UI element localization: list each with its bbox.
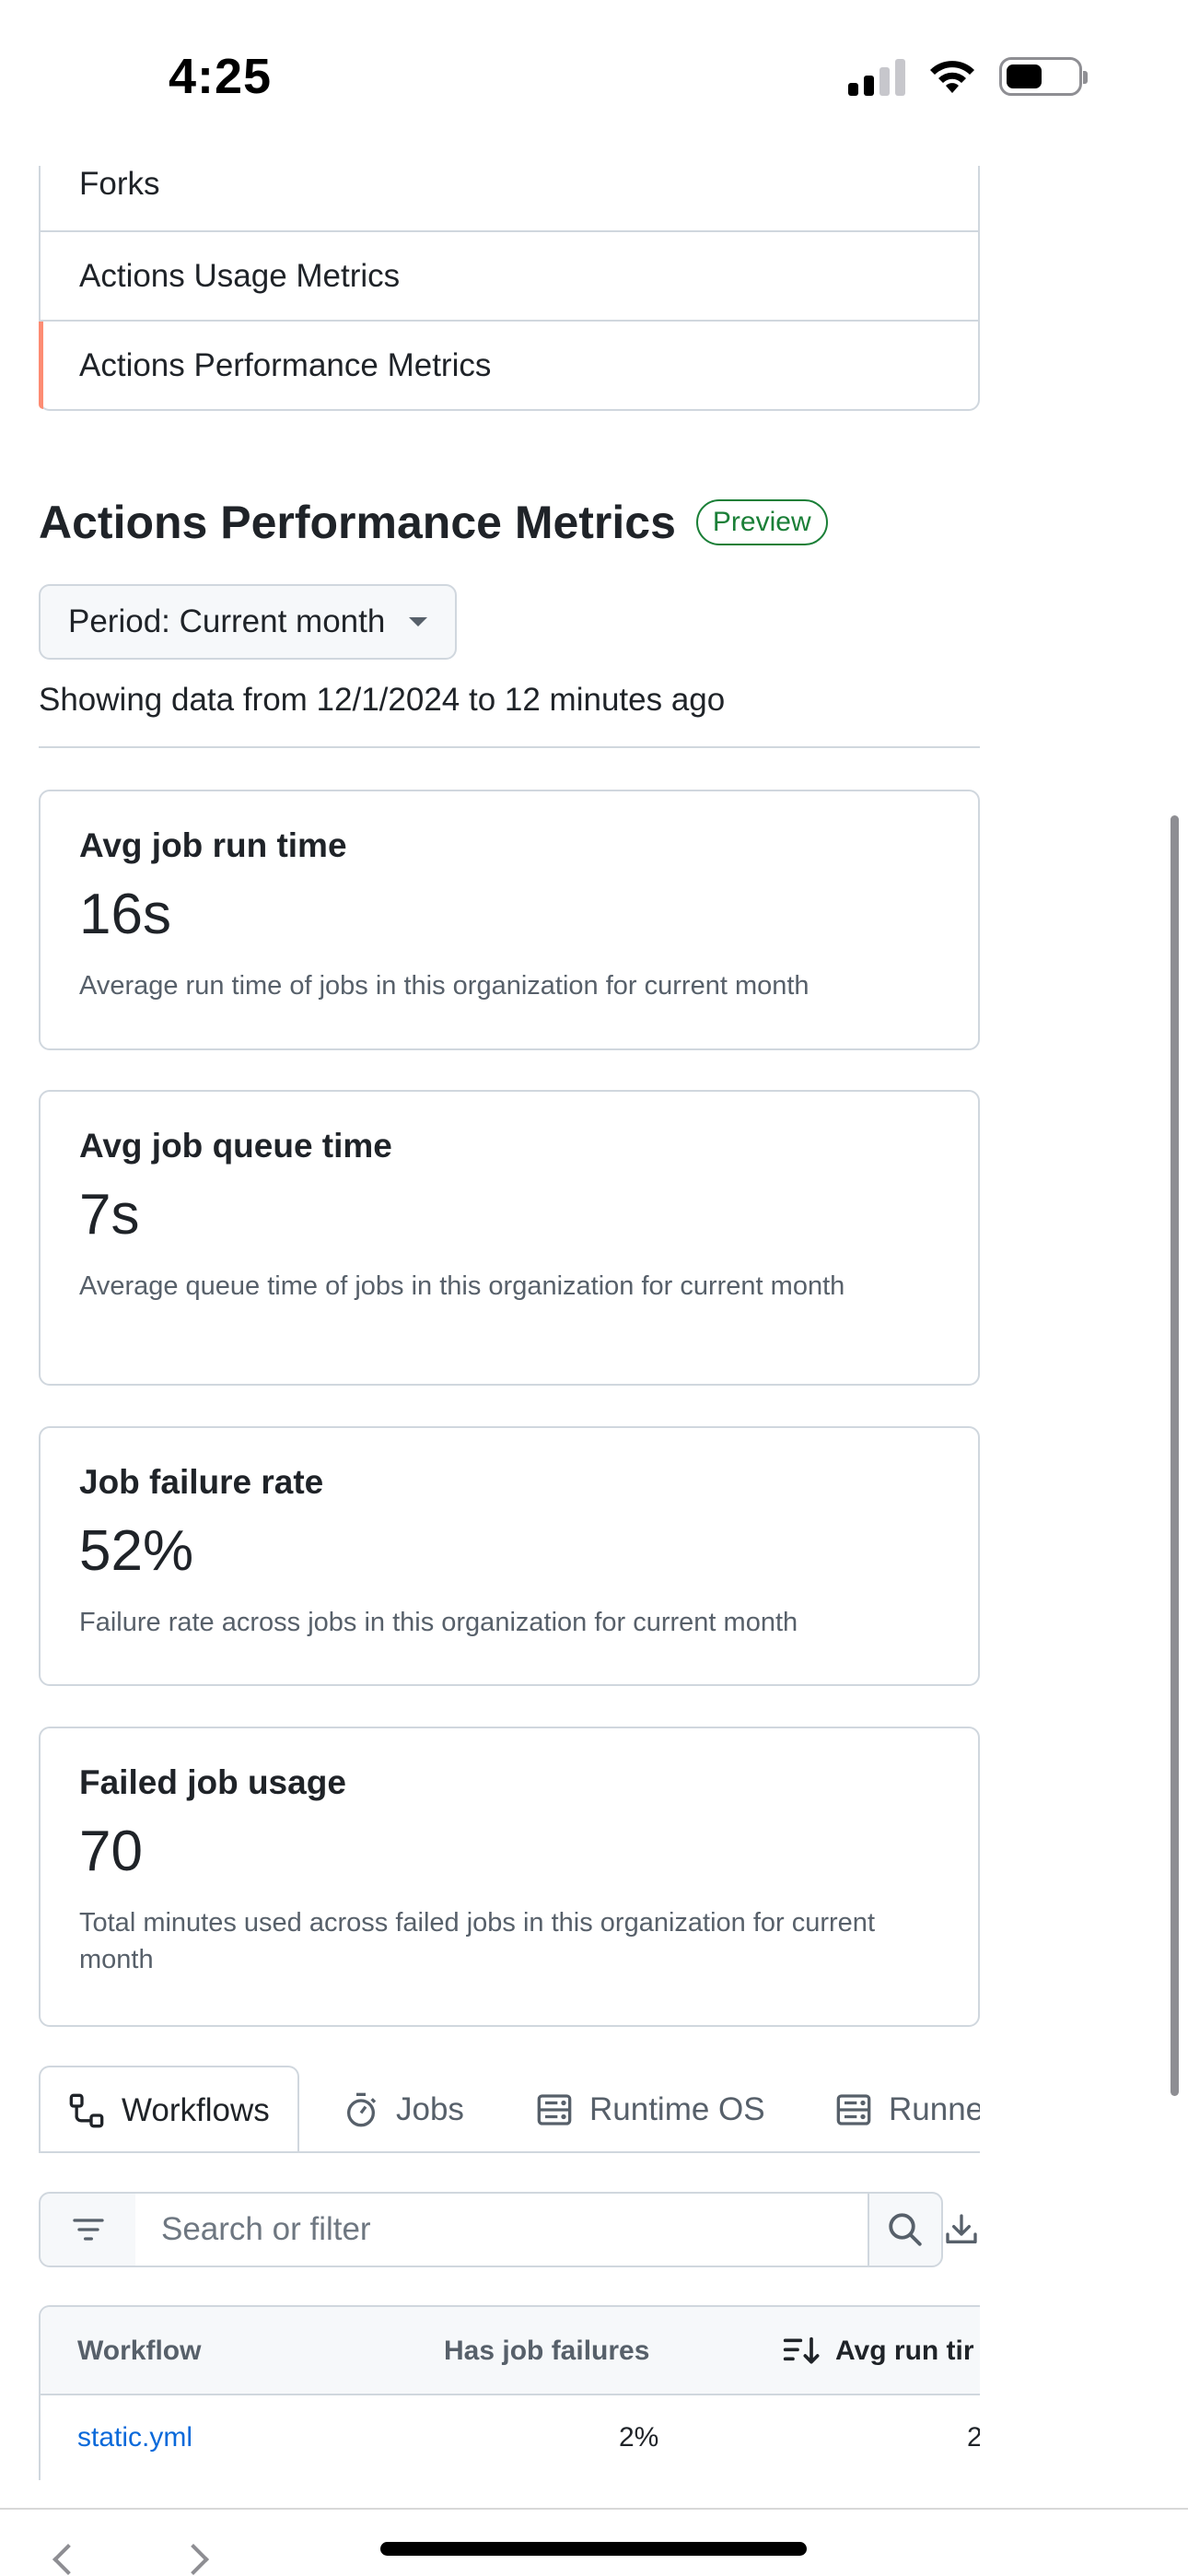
metric-description: Average queue time of jobs in this organ… <box>79 1271 845 1301</box>
column-header-label: Avg run tir <box>835 2336 974 2366</box>
caret-down-icon <box>409 617 428 626</box>
settings-nav: Forks Actions Usage Metrics Actions Perf… <box>39 166 980 411</box>
metric-value: 52% <box>79 1519 194 1583</box>
preview-badge: Preview <box>695 499 828 545</box>
metric-title: Avg job queue time <box>79 1127 392 1165</box>
filter-row <box>39 2192 980 2267</box>
nav-item-forks[interactable]: Forks <box>41 166 978 230</box>
metric-value: 70 <box>79 1820 143 1883</box>
metric-title: Avg job run time <box>79 826 347 864</box>
forward-arrow-icon[interactable] <box>178 2544 209 2575</box>
column-header-has-job-failures[interactable]: Has job failures <box>444 2307 649 2395</box>
tab-runners[interactable]: Runne <box>835 2066 980 2151</box>
nav-item-actions-usage-metrics[interactable]: Actions Usage Metrics <box>41 230 978 320</box>
workflow-link[interactable]: static.yml <box>77 2395 192 2480</box>
filter-button[interactable] <box>39 2192 137 2267</box>
workflows-table: Workflow Has job failures Avg run tir st… <box>39 2305 980 2480</box>
nav-item-label: Actions Performance Metrics <box>79 346 492 383</box>
nav-item-actions-performance-metrics[interactable]: Actions Performance Metrics <box>39 320 978 409</box>
column-header-workflow[interactable]: Workflow <box>77 2307 201 2395</box>
status-time: 4:25 <box>169 49 273 104</box>
metric-description: Average run time of jobs in this organiz… <box>79 971 809 1001</box>
metric-title: Job failure rate <box>79 1463 324 1501</box>
tab-label: Runtime OS <box>589 2090 765 2127</box>
nav-item-label: Forks <box>79 166 160 202</box>
battery-icon <box>999 57 1088 96</box>
metric-card-avg-run-time: Avg job run time 16s Average run time of… <box>39 790 980 1050</box>
stopwatch-icon <box>347 2092 377 2126</box>
server-icon <box>836 2093 871 2125</box>
tab-runtime-os[interactable]: Runtime OS <box>536 2066 765 2151</box>
metric-value: 16s <box>79 883 171 946</box>
home-indicator[interactable] <box>380 2542 807 2556</box>
scrollbar[interactable] <box>1171 815 1179 2096</box>
metric-description: Failure rate across jobs in this organiz… <box>79 1608 798 1637</box>
table-row: static.yml 2% 2 <box>41 2395 980 2480</box>
page-title: Actions Performance Metrics <box>39 497 676 548</box>
search-input[interactable] <box>135 2192 869 2267</box>
column-header-avg-run-time[interactable]: Avg run tir <box>782 2307 974 2395</box>
server-icon <box>537 2093 572 2125</box>
page-heading: Actions Performance Metrics Preview <box>39 496 828 549</box>
metric-value: 7s <box>79 1183 140 1247</box>
cellular-signal-icon <box>848 57 905 96</box>
avg-run-time-cell: 2 <box>967 2395 980 2480</box>
tab-label: Workflows <box>122 2091 270 2128</box>
nav-item-label: Actions Usage Metrics <box>79 257 401 294</box>
tab-label: Jobs <box>396 2090 464 2127</box>
status-icons <box>848 57 1088 96</box>
period-dropdown-button[interactable]: Period: Current month <box>39 584 458 660</box>
period-label: Period: Current month <box>68 603 386 639</box>
search-icon <box>889 2213 922 2246</box>
workflow-icon <box>69 2093 104 2127</box>
metric-card-failed-job-usage: Failed job usage 70 Total minutes used a… <box>39 1727 980 2027</box>
sort-descending-icon <box>783 2336 820 2364</box>
has-job-failures-cell: 2% <box>619 2422 659 2453</box>
tab-workflows[interactable]: Workflows <box>39 2066 299 2151</box>
tab-label: Runne <box>889 2090 980 2127</box>
metric-card-avg-queue-time: Avg job queue time 7s Average queue time… <box>39 1090 980 1386</box>
metric-description: Total minutes used across failed jobs in… <box>79 1908 875 1974</box>
download-button[interactable] <box>923 2192 980 2267</box>
download-icon <box>946 2214 977 2243</box>
tab-jobs[interactable]: Jobs <box>343 2066 464 2151</box>
divider <box>39 746 980 748</box>
metrics-tabs: Workflows Jobs Runtime OS Runne <box>39 2066 980 2153</box>
metric-title: Failed job usage <box>79 1763 346 1801</box>
back-arrow-icon[interactable] <box>52 2544 84 2575</box>
wifi-icon <box>930 61 974 93</box>
metric-card-failure-rate: Job failure rate 52% Failure rate across… <box>39 1426 980 1686</box>
date-range-text: Showing data from 12/1/2024 to 12 minute… <box>39 682 726 718</box>
status-bar: 4:25 <box>0 0 1188 161</box>
table-header: Workflow Has job failures Avg run tir <box>41 2307 980 2395</box>
filter-icon <box>72 2219 104 2241</box>
